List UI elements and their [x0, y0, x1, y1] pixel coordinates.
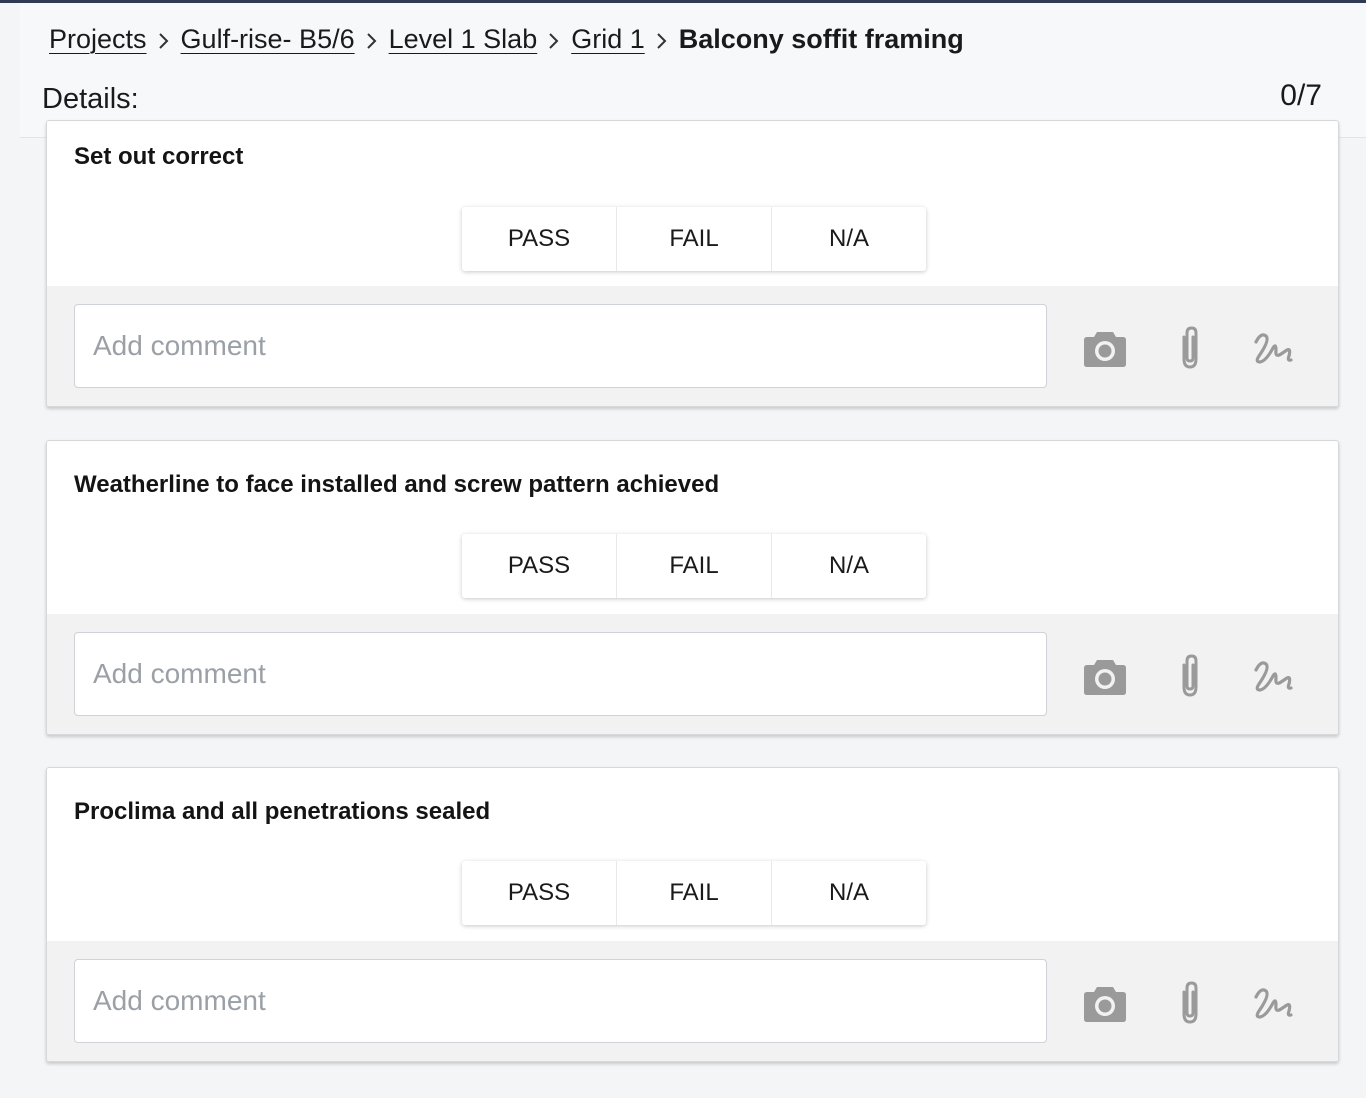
- comment-input[interactable]: [74, 632, 1047, 716]
- camera-icon[interactable]: [1081, 652, 1129, 700]
- signature-icon[interactable]: [1248, 652, 1296, 700]
- chevron-right-icon: [537, 21, 571, 57]
- breadcrumb: Projects Gulf-rise- B5/6 Level 1 Slab Gr…: [49, 21, 964, 57]
- checklist-item-title: Set out correct: [74, 143, 244, 170]
- paperclip-icon[interactable]: [1166, 652, 1214, 700]
- comment-input[interactable]: [74, 959, 1047, 1043]
- fail-button[interactable]: FAIL: [617, 207, 772, 271]
- checklist-item-title: Proclima and all penetrations sealed: [74, 798, 491, 825]
- pass-button[interactable]: PASS: [462, 534, 617, 598]
- pass-button[interactable]: PASS: [462, 207, 617, 271]
- na-button[interactable]: N/A: [772, 534, 926, 598]
- chevron-right-icon: [147, 21, 181, 57]
- checklist-item-card: Set out correct PASS FAIL N/A: [46, 120, 1339, 407]
- breadcrumb-project[interactable]: Gulf-rise- B5/6: [181, 24, 355, 55]
- breadcrumb-grid[interactable]: Grid 1: [571, 24, 645, 55]
- camera-icon[interactable]: [1081, 324, 1129, 372]
- comment-bar: [47, 614, 1338, 734]
- comment-input[interactable]: [74, 304, 1047, 388]
- checklist-item-card: Weatherline to face installed and screw …: [46, 440, 1339, 735]
- checklist-item-card: Proclima and all penetrations sealed PAS…: [46, 767, 1339, 1062]
- signature-icon[interactable]: [1248, 324, 1296, 372]
- progress-counter: 0/7: [1280, 79, 1322, 112]
- result-button-group: PASS FAIL N/A: [462, 207, 926, 271]
- checklist-item-title: Weatherline to face installed and screw …: [74, 471, 720, 498]
- pass-button[interactable]: PASS: [462, 861, 617, 925]
- page-header: Projects Gulf-rise- B5/6 Level 1 Slab Gr…: [20, 3, 1366, 138]
- signature-icon[interactable]: [1248, 979, 1296, 1027]
- comment-bar: [47, 941, 1338, 1061]
- breadcrumb-level[interactable]: Level 1 Slab: [389, 24, 538, 55]
- camera-icon[interactable]: [1081, 979, 1129, 1027]
- na-button[interactable]: N/A: [772, 207, 926, 271]
- breadcrumb-projects[interactable]: Projects: [49, 24, 147, 55]
- result-button-group: PASS FAIL N/A: [462, 861, 926, 925]
- fail-button[interactable]: FAIL: [617, 861, 772, 925]
- chevron-right-icon: [645, 21, 679, 57]
- chevron-right-icon: [355, 21, 389, 57]
- paperclip-icon[interactable]: [1166, 979, 1214, 1027]
- paperclip-icon[interactable]: [1166, 324, 1214, 372]
- fail-button[interactable]: FAIL: [617, 534, 772, 598]
- breadcrumb-current: Balcony soffit framing: [678, 23, 964, 54]
- details-label: Details:: [42, 83, 139, 115]
- result-button-group: PASS FAIL N/A: [462, 534, 926, 598]
- na-button[interactable]: N/A: [772, 861, 926, 925]
- comment-bar: [47, 286, 1338, 406]
